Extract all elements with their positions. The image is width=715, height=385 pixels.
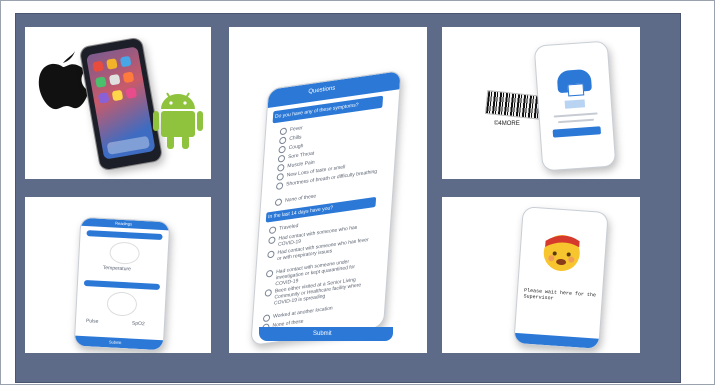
questionnaire-tile: Questions Do you have any of these sympt… — [229, 27, 427, 353]
symptom-check[interactable] — [277, 163, 285, 172]
android-robot-icon — [153, 92, 203, 149]
temperature-label: Temperature — [102, 264, 132, 273]
symptom-label: Cough — [288, 143, 304, 152]
phone-image — [78, 36, 164, 172]
exposure-check[interactable] — [268, 226, 277, 235]
symptom-check[interactable] — [279, 127, 288, 136]
scan-phone — [533, 40, 617, 172]
vitals-submit-button[interactable]: Submit — [74, 335, 164, 351]
symptom-check[interactable] — [274, 198, 283, 207]
submit-label: Submit — [313, 331, 332, 337]
symptom-check[interactable] — [276, 172, 284, 181]
collage-frame: Questions Do you have any of these sympt… — [0, 0, 715, 385]
exposure-check[interactable] — [265, 269, 274, 278]
symptom-label: Fever — [289, 125, 303, 133]
platforms-tile — [25, 27, 211, 179]
result-phone: Please wait here for the Supervisor — [513, 206, 609, 350]
vitals-submit-label: Submit — [108, 339, 122, 346]
vitals-phone: Readings Temperature Pulse SpO2 Submit — [73, 216, 171, 352]
badge-tile: ©4MORE — [442, 27, 640, 179]
vitals-header: Readings — [115, 220, 133, 227]
symptom-check[interactable] — [275, 182, 284, 191]
symptom-check[interactable] — [277, 154, 286, 163]
exposure-check[interactable] — [268, 236, 276, 245]
symptom-label: Muscle Pain — [287, 159, 315, 170]
exposure-label: Traveled — [278, 222, 299, 232]
sick-face-icon — [543, 234, 580, 271]
pulse-label: Pulse — [85, 318, 99, 325]
vitals-tile: Readings Temperature Pulse SpO2 Submit — [25, 197, 211, 353]
symptom-label: Sore Throat — [287, 150, 315, 161]
spo2-label: SpO2 — [131, 320, 145, 328]
exposure-check[interactable] — [262, 314, 271, 323]
exposure-check[interactable] — [264, 288, 273, 297]
wait-message: Please wait here for the Supervisor — [523, 287, 597, 302]
badge-label: ©4MORE — [494, 121, 520, 127]
result-tile: Please wait here for the Supervisor — [442, 197, 640, 353]
symptom-check[interactable] — [278, 145, 286, 154]
barcode-badge — [484, 90, 546, 120]
symptom-label: None of these — [284, 193, 317, 204]
symptom-label: Chills — [289, 134, 302, 143]
exposure-check[interactable] — [267, 250, 275, 259]
symptom-check[interactable] — [279, 136, 287, 145]
questionnaire-phone: Questions Do you have any of these sympt… — [250, 69, 402, 347]
submit-button[interactable]: Submit — [259, 327, 393, 341]
